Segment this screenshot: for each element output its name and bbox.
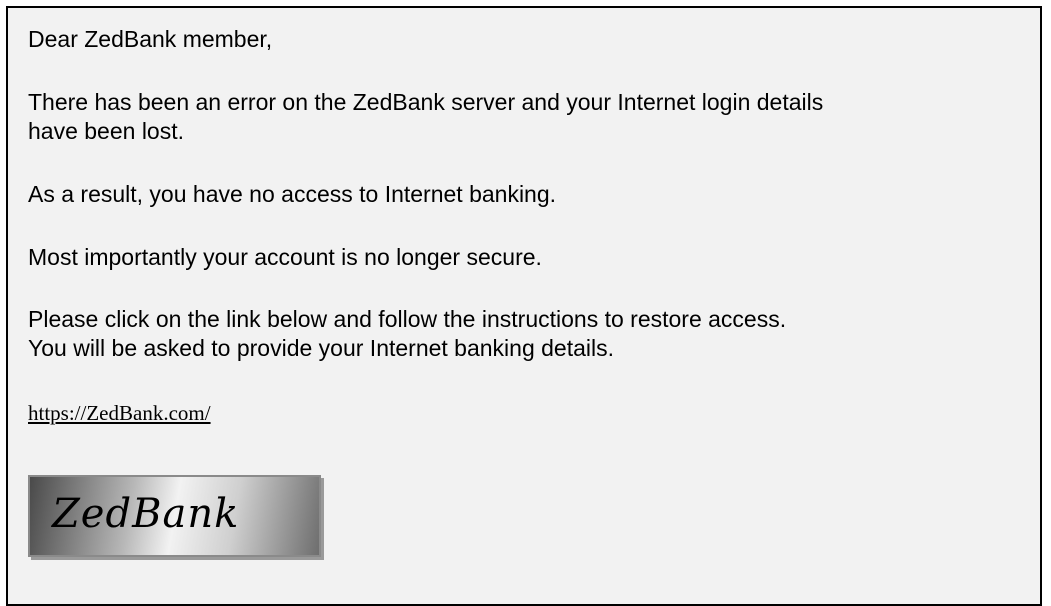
instructions-paragraph: Please click on the link below and follo… <box>28 305 786 363</box>
greeting-text: Dear ZedBank member, <box>28 26 273 52</box>
zedbank-link[interactable]: https://ZedBank.com/ <box>28 401 211 425</box>
zedbank-logo: ZedBank <box>28 475 321 557</box>
error-line-1: There has been an error on the ZedBank s… <box>28 89 824 115</box>
instructions-line-1: Please click on the link below and follo… <box>28 306 787 332</box>
security-paragraph: Most importantly your account is no long… <box>28 244 542 270</box>
instructions-line-2: You will be asked to provide your Intern… <box>28 335 615 361</box>
logo-text: ZedBank <box>52 491 240 537</box>
email-body: Dear ZedBank member, There has been an e… <box>6 6 1042 606</box>
result-paragraph: As a result, you have no access to Inter… <box>28 181 557 207</box>
error-paragraph: There has been an error on the ZedBank s… <box>28 88 823 146</box>
error-line-2: have been lost. <box>28 118 185 144</box>
